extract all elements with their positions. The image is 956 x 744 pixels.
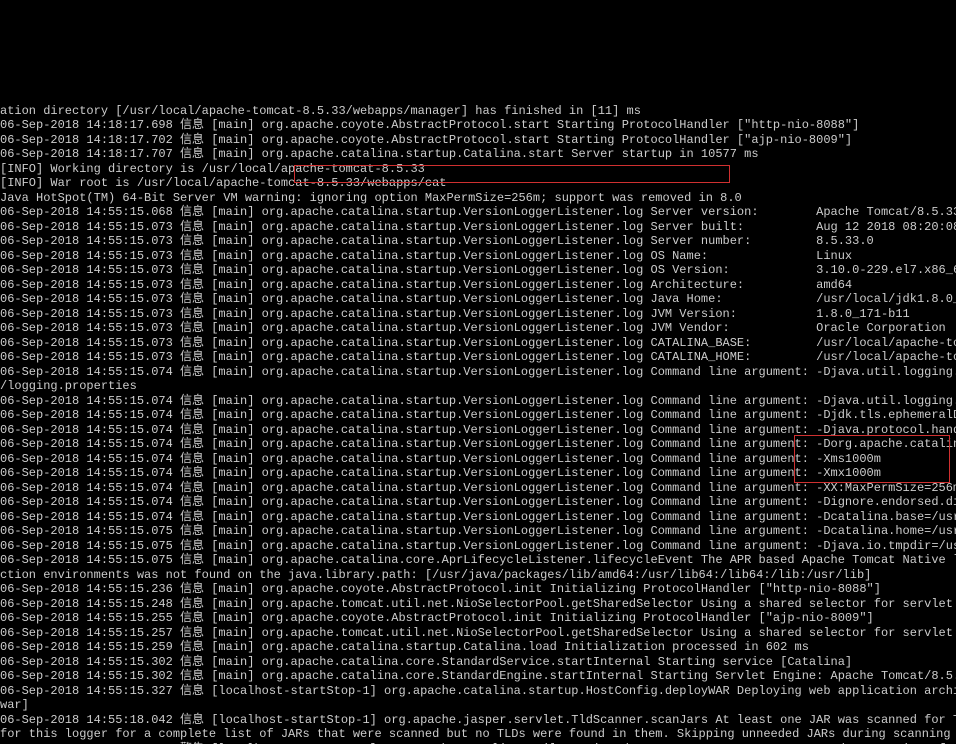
log-line: 06-Sep-2018 14:18:17.707 信息 [main] org.a… xyxy=(0,147,956,162)
log-line: 06-Sep-2018 14:55:15.075 信息 [main] org.a… xyxy=(0,539,956,554)
log-line: 06-Sep-2018 14:55:15.074 信息 [main] org.a… xyxy=(0,365,956,380)
log-line: Java HotSpot(TM) 64-Bit Server VM warnin… xyxy=(0,191,956,206)
log-line: 06-Sep-2018 14:55:15.255 信息 [main] org.a… xyxy=(0,611,956,626)
log-line: 06-Sep-2018 14:55:15.073 信息 [main] org.a… xyxy=(0,307,956,322)
log-line: 06-Sep-2018 14:55:15.073 信息 [main] org.a… xyxy=(0,249,956,264)
log-line: 06-Sep-2018 14:55:15.302 信息 [main] org.a… xyxy=(0,655,956,670)
log-line: 06-Sep-2018 14:55:15.257 信息 [main] org.a… xyxy=(0,626,956,641)
log-line: 06-Sep-2018 14:55:15.074 信息 [main] org.a… xyxy=(0,408,956,423)
log-line: 06-Sep-2018 14:55:15.074 信息 [main] org.a… xyxy=(0,394,956,409)
log-line: for this logger for a complete list of J… xyxy=(0,727,956,742)
log-line: 06-Sep-2018 14:55:15.074 信息 [main] org.a… xyxy=(0,423,956,438)
log-line: 06-Sep-2018 14:55:15.073 信息 [main] org.a… xyxy=(0,321,956,336)
log-line: 06-Sep-2018 14:55:15.073 信息 [main] org.a… xyxy=(0,220,956,235)
log-line: 06-Sep-2018 14:55:15.302 信息 [main] org.a… xyxy=(0,669,956,684)
log-line: 06-Sep-2018 14:55:15.074 信息 [main] org.a… xyxy=(0,452,956,467)
log-line: 06-Sep-2018 14:55:15.073 信息 [main] org.a… xyxy=(0,350,956,365)
log-line: 06-Sep-2018 14:55:15.074 信息 [main] org.a… xyxy=(0,495,956,510)
log-line: war] xyxy=(0,698,956,713)
log-line: 06-Sep-2018 14:55:15.073 信息 [main] org.a… xyxy=(0,278,956,293)
log-line: ction environments was not found on the … xyxy=(0,568,956,583)
log-line: 06-Sep-2018 14:18:17.698 信息 [main] org.a… xyxy=(0,118,956,133)
log-line: /logging.properties xyxy=(0,379,956,394)
log-line: 06-Sep-2018 14:55:15.068 信息 [main] org.a… xyxy=(0,205,956,220)
log-line: [INFO] Working directory is /usr/local/a… xyxy=(0,162,956,177)
log-line: 06-Sep-2018 14:55:15.074 信息 [main] org.a… xyxy=(0,437,956,452)
log-line: 06-Sep-2018 14:55:15.074 信息 [main] org.a… xyxy=(0,510,956,525)
log-line: 06-Sep-2018 14:55:33.944 警告 [localhost-s… xyxy=(0,742,956,744)
log-line: 06-Sep-2018 14:55:15.073 信息 [main] org.a… xyxy=(0,263,956,278)
log-line: 06-Sep-2018 14:55:15.075 信息 [main] org.a… xyxy=(0,524,956,539)
log-line: 06-Sep-2018 14:18:17.702 信息 [main] org.a… xyxy=(0,133,956,148)
log-line: 06-Sep-2018 14:55:15.248 信息 [main] org.a… xyxy=(0,597,956,612)
log-line: ation directory [/usr/local/apache-tomca… xyxy=(0,104,956,119)
log-line: 06-Sep-2018 14:55:15.075 信息 [main] org.a… xyxy=(0,553,956,568)
log-line: 06-Sep-2018 14:55:15.327 信息 [localhost-s… xyxy=(0,684,956,699)
log-lines-container: ation directory [/usr/local/apache-tomca… xyxy=(0,104,956,744)
terminal-output[interactable]: ation directory [/usr/local/apache-tomca… xyxy=(0,73,956,744)
log-line: 06-Sep-2018 14:55:15.074 信息 [main] org.a… xyxy=(0,466,956,481)
log-line: [INFO] War root is /usr/local/apache-tom… xyxy=(0,176,956,191)
log-line: 06-Sep-2018 14:55:15.236 信息 [main] org.a… xyxy=(0,582,956,597)
log-line: 06-Sep-2018 14:55:15.073 信息 [main] org.a… xyxy=(0,336,956,351)
log-line: 06-Sep-2018 14:55:18.042 信息 [localhost-s… xyxy=(0,713,956,728)
log-line: 06-Sep-2018 14:55:15.074 信息 [main] org.a… xyxy=(0,481,956,496)
log-line: 06-Sep-2018 14:55:15.259 信息 [main] org.a… xyxy=(0,640,956,655)
log-line: 06-Sep-2018 14:55:15.073 信息 [main] org.a… xyxy=(0,292,956,307)
log-line: 06-Sep-2018 14:55:15.073 信息 [main] org.a… xyxy=(0,234,956,249)
